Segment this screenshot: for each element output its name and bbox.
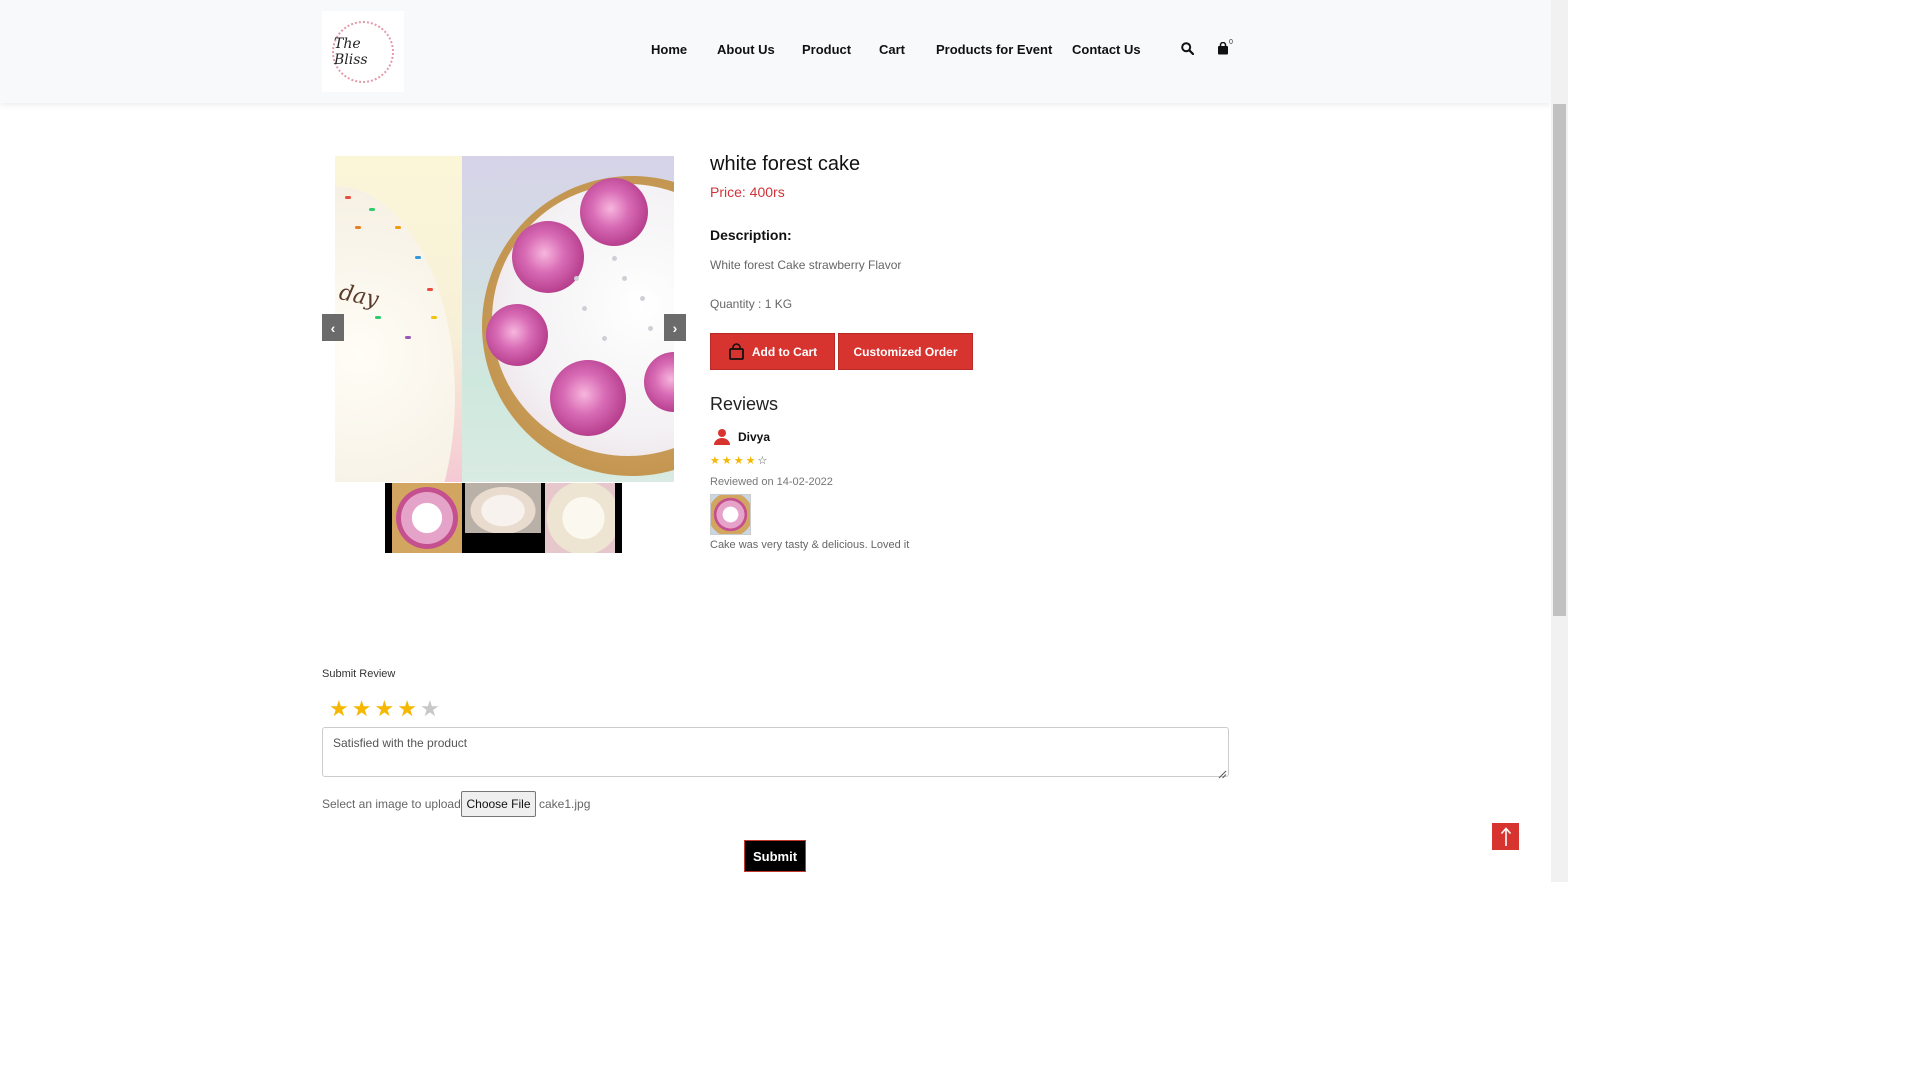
description-heading: Description:	[710, 227, 792, 243]
star-filled-icon: ★	[710, 455, 722, 467]
product-title: white forest cake	[710, 153, 861, 175]
review-text: Cake was very tasty & delicious. Loved i…	[710, 539, 910, 551]
gallery-prev-button[interactable]: ‹	[322, 314, 344, 341]
sprinkle	[355, 226, 361, 229]
search-icon[interactable]	[1181, 42, 1195, 60]
sprinkle	[395, 226, 401, 229]
customized-order-button[interactable]: Customized Order	[838, 333, 973, 370]
page-scrollbar[interactable]	[1551, 0, 1568, 882]
star-filled-icon: ★	[745, 455, 758, 467]
upload-label: Select an image to upload	[322, 797, 461, 811]
review-photo-image	[711, 495, 750, 534]
rose-decoration	[486, 304, 548, 366]
product-description: White forest Cake strawberry Flavor	[710, 258, 902, 272]
choose-file-button[interactable]: Choose File	[461, 791, 536, 817]
reviews-heading: Reviews	[710, 394, 779, 414]
pearl-decoration	[622, 276, 627, 281]
star-filled-icon[interactable]: ★	[352, 696, 375, 721]
gallery-slide-previous: day	[335, 156, 462, 482]
rose-decoration	[580, 178, 648, 246]
arrow-up-icon	[1500, 826, 1511, 846]
sprinkle	[431, 316, 437, 319]
star-empty-icon: ☆	[757, 455, 770, 467]
star-empty-icon[interactable]: ★	[420, 696, 443, 721]
star-filled-icon: ★	[721, 455, 734, 467]
gallery-next-button[interactable]: ›	[664, 314, 686, 341]
nav-item-products-for-event[interactable]: Products for Event	[936, 42, 1052, 57]
rating-input[interactable]: ★★★★★	[329, 696, 443, 722]
gallery-thumbnails	[385, 483, 622, 553]
sprinkle	[415, 256, 421, 259]
nav-item-home[interactable]: Home	[651, 42, 687, 57]
shopping-bag-icon	[728, 343, 744, 360]
pearl-decoration	[612, 256, 617, 261]
pearl-decoration	[582, 306, 587, 311]
rose-decoration	[550, 360, 626, 436]
pearl-decoration	[574, 276, 579, 281]
resize-handle-icon[interactable]	[1218, 766, 1227, 779]
review-star-rating: ★★★★☆	[710, 454, 769, 467]
selected-file-name: cake1.jpg	[539, 797, 591, 811]
pearl-decoration	[602, 336, 607, 341]
review-date: Reviewed on 14-02-2022	[710, 476, 833, 488]
nav-item-product[interactable]: Product	[802, 42, 851, 57]
review-textarea[interactable]	[322, 727, 1229, 777]
shopping-bag-icon[interactable]	[1217, 41, 1229, 60]
product-price: Price: 400rs	[710, 184, 785, 200]
scrollbar-thumb[interactable]	[1553, 104, 1566, 616]
product-quantity: Quantity : 1 KG	[710, 297, 793, 311]
logo-wreath: The Bliss	[332, 20, 394, 83]
brand-logo[interactable]: The Bliss	[322, 11, 404, 92]
sprinkle	[427, 288, 433, 291]
add-to-cart-label: Add to Cart	[751, 344, 818, 359]
sprinkle	[345, 196, 351, 199]
star-filled-icon[interactable]: ★	[329, 696, 352, 721]
nav-item-cart[interactable]: Cart	[879, 42, 905, 57]
chevron-left-icon: ‹	[330, 319, 336, 336]
star-filled-icon[interactable]: ★	[397, 696, 420, 721]
nav-item-about-us[interactable]: About Us	[717, 42, 775, 57]
star-filled-icon[interactable]: ★	[374, 696, 397, 721]
submit-review-button[interactable]: Submit	[744, 840, 806, 872]
pearl-decoration	[648, 326, 653, 331]
sprinkle	[375, 316, 381, 319]
cake-image-sprinkle	[335, 186, 455, 482]
submit-review-heading: Submit Review	[322, 668, 396, 680]
logo-text: The Bliss	[334, 35, 368, 68]
nav-item-contact-us[interactable]: Contact Us	[1072, 42, 1141, 57]
rose-decoration	[512, 221, 584, 293]
site-header: The Bliss Home About Us Product Cart Pro…	[0, 0, 1551, 103]
review-photo[interactable]	[710, 494, 751, 535]
thumbnail-white-forest-cake[interactable]	[465, 483, 541, 533]
thumbnail-rose-cake[interactable]	[392, 483, 462, 553]
user-icon	[714, 428, 730, 445]
chevron-right-icon: ›	[672, 319, 678, 336]
gallery-slide-current	[462, 156, 674, 482]
sprinkle	[369, 208, 375, 211]
star-filled-icon: ★	[733, 455, 746, 467]
customized-order-label: Customized Order	[853, 344, 958, 359]
back-to-top-button[interactable]	[1492, 823, 1519, 850]
cart-count-badge: 0	[1229, 39, 1233, 46]
pearl-decoration	[640, 296, 645, 301]
sprinkle	[405, 336, 411, 339]
reviewer-name: Divya	[738, 430, 771, 444]
add-to-cart-button[interactable]: Add to Cart	[710, 333, 835, 370]
thumbnail-sprinkle-cake[interactable]	[545, 483, 615, 553]
